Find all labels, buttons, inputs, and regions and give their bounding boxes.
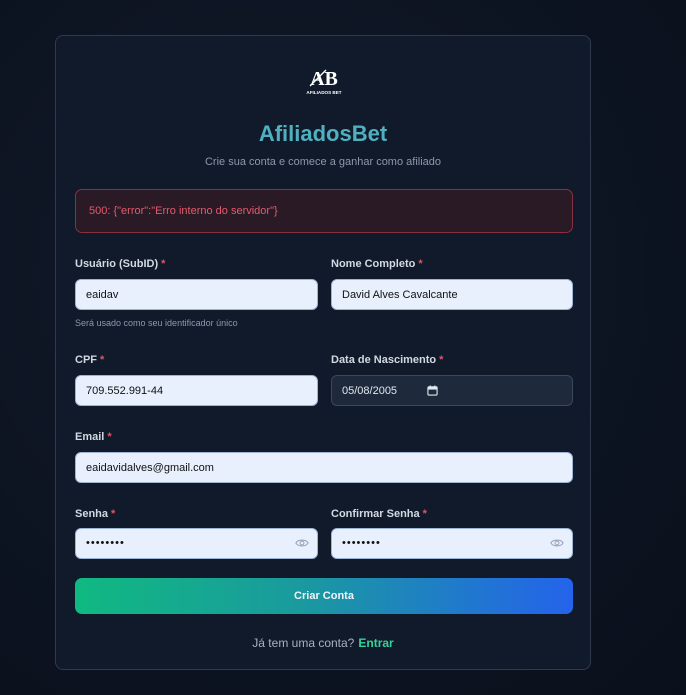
email-label-text: Email	[75, 431, 105, 443]
required-mark: *	[422, 508, 427, 520]
logo-subtext: AFILIADOS BET	[306, 90, 341, 95]
create-account-button[interactable]: Criar Conta	[75, 578, 573, 614]
login-link[interactable]: Entrar	[358, 636, 393, 650]
confirm-password-label: Confirmar Senha *	[331, 508, 427, 520]
login-prompt: Já tem uma conta? Entrar	[56, 636, 590, 650]
full-name-label: Nome Completo *	[331, 258, 423, 270]
username-label-text: Usuário (SubID)	[75, 258, 159, 270]
page-subtitle: Crie sua conta e comece a ganhar como af…	[204, 156, 442, 168]
username-label: Usuário (SubID) *	[75, 258, 165, 270]
required-mark: *	[439, 354, 444, 366]
birth-date-input[interactable]	[331, 375, 573, 406]
username-input[interactable]	[75, 279, 318, 310]
required-mark: *	[107, 431, 112, 443]
full-name-label-text: Nome Completo	[331, 258, 416, 270]
required-mark: *	[111, 508, 116, 520]
cpf-label: CPF *	[75, 354, 104, 366]
password-label: Senha *	[75, 508, 115, 520]
calendar-icon[interactable]	[427, 385, 438, 396]
error-message: 500: {"error":"Erro interno do servidor"…	[89, 205, 278, 217]
brand-logo-icon: AB AFILIADOS BET	[306, 68, 341, 95]
username-hint: Será usado como seu identificador único	[75, 318, 238, 328]
brand-title: AfiliadosBet	[258, 121, 388, 146]
register-card: AB AFILIADOS BET AfiliadosBet Crie sua c…	[55, 35, 591, 670]
birth-date-label: Data de Nascimento *	[331, 354, 443, 366]
login-prompt-text: Já tem uma conta?	[252, 636, 355, 650]
birth-date-label-text: Data de Nascimento	[331, 354, 437, 366]
eye-icon[interactable]	[550, 536, 564, 550]
password-input[interactable]	[75, 528, 318, 559]
required-mark: *	[418, 258, 423, 270]
full-name-input[interactable]	[331, 279, 573, 310]
error-alert: 500: {"error":"Erro interno do servidor"…	[75, 189, 573, 233]
confirm-password-input[interactable]	[331, 528, 573, 559]
email-label: Email *	[75, 431, 112, 443]
confirm-password-label-text: Confirmar Senha	[331, 508, 420, 520]
required-mark: *	[100, 354, 105, 366]
email-input[interactable]	[75, 452, 573, 483]
password-label-text: Senha	[75, 508, 109, 520]
eye-icon[interactable]	[295, 536, 309, 550]
cpf-input[interactable]	[75, 375, 318, 406]
required-mark: *	[161, 258, 166, 270]
cpf-label-text: CPF	[75, 354, 97, 366]
